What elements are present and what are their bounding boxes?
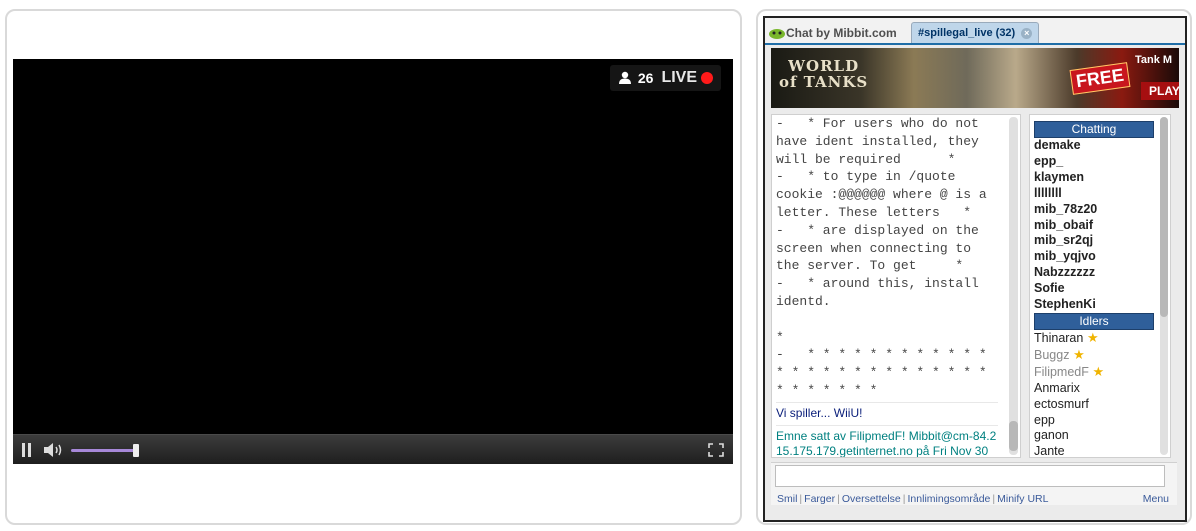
volume-slider[interactable] xyxy=(71,449,135,452)
user-icon xyxy=(618,71,631,84)
star-icon: ★ xyxy=(1069,346,1085,362)
user-list-item[interactable]: epp_ xyxy=(1034,154,1170,170)
ad-banner[interactable]: WORLD of TANKS FREE Tank M PLAY xyxy=(771,48,1179,108)
user-name: ganon xyxy=(1034,428,1069,443)
viewer-count: 26 xyxy=(637,70,654,86)
toolbar-separator: | xyxy=(799,493,803,505)
user-name: Thinaran xyxy=(1034,330,1084,345)
user-list-item[interactable]: Sofie xyxy=(1034,281,1170,297)
ad-free-badge: FREE xyxy=(1069,62,1131,95)
viewer-badge: 26 LIVE xyxy=(609,65,721,91)
mibbit-chat: Chat by Mibbit.com #spillegal_live (32) … xyxy=(763,16,1187,522)
tab-channel[interactable]: #spillegal_live (32) × xyxy=(911,22,1040,43)
user-name: Anmarix xyxy=(1034,380,1080,395)
ad-logo-line2: of TANKS xyxy=(779,73,869,91)
user-name: ectosmurf xyxy=(1034,396,1089,411)
message-list: - * For users who do not have ident inst… xyxy=(776,115,998,457)
tab-channel-label: #spillegal_live (32) xyxy=(918,27,1016,39)
input-area: Smil | Farger | Oversettelse | Innlimingsområd… xyxy=(771,462,1177,505)
user-list-item[interactable]: mib_78z20 xyxy=(1034,202,1170,218)
user-list-item[interactable]: mib_sr2qj xyxy=(1034,233,1170,249)
star-icon: ★ xyxy=(1083,329,1099,345)
toolbar-separator: | xyxy=(902,493,906,505)
user-list: Chatting demake epp_ klaymen llllllll mib_78… xyxy=(1029,114,1171,458)
toolbar-link[interactable]: Minify URL xyxy=(997,493,1048,505)
fullscreen-icon[interactable] xyxy=(708,443,724,457)
user-list-item[interactable]: Buggz ★ xyxy=(1034,347,1170,364)
chat-input[interactable] xyxy=(775,465,1165,487)
user-name: Jante xyxy=(1034,444,1065,458)
chat-toolbar: Smil | Farger | Oversettelse | Innlimingsområd… xyxy=(777,493,1048,505)
tab-home[interactable]: Chat by Mibbit.com xyxy=(768,23,897,43)
ad-play-button[interactable]: PLAY xyxy=(1141,82,1179,100)
user-list-item[interactable]: llllllll xyxy=(1034,186,1170,202)
user-list-item[interactable]: FilipmedF ★ xyxy=(1034,364,1170,381)
user-list-item[interactable]: Anmarix xyxy=(1034,381,1170,397)
video-player[interactable]: 26 LIVE xyxy=(13,59,733,464)
tab-divider xyxy=(765,43,1185,45)
chatting-header: Chatting xyxy=(1034,121,1154,138)
user-list-scrollbar[interactable] xyxy=(1160,117,1168,455)
idlers-header: Idlers xyxy=(1034,312,1154,330)
tab-home-label: Chat by Mibbit.com xyxy=(786,26,897,40)
user-list-item[interactable]: demake xyxy=(1034,138,1170,154)
motd-message: - * For users who do not have ident inst… xyxy=(776,116,987,398)
user-list-item[interactable]: ectosmurf xyxy=(1034,397,1170,413)
volume-icon[interactable] xyxy=(43,443,65,457)
message-pane[interactable]: - * For users who do not have ident inst… xyxy=(771,114,1021,458)
user-list-item[interactable]: mib_yqjvo xyxy=(1034,249,1170,265)
chat-tabs: Chat by Mibbit.com #spillegal_live (32) … xyxy=(765,18,1185,45)
menu-link[interactable]: Menu xyxy=(1143,493,1169,505)
user-list-item[interactable]: ganon xyxy=(1034,428,1170,444)
user-name: epp xyxy=(1034,412,1055,427)
user-list-item[interactable]: Thinaran ★ xyxy=(1034,330,1170,347)
star-icon: ★ xyxy=(1088,363,1105,379)
toolbar-link[interactable]: Oversettelse xyxy=(842,493,901,505)
user-name: Buggz xyxy=(1034,347,1070,362)
toolbar-separator: | xyxy=(992,493,996,505)
user-list-item[interactable]: epp xyxy=(1034,413,1170,429)
player-controls xyxy=(13,434,733,464)
toolbar-separator: | xyxy=(837,493,840,505)
topic-message: Vi spiller... WiiU! xyxy=(776,401,998,421)
live-dot-icon xyxy=(701,72,713,84)
user-list-item[interactable]: klaymen xyxy=(1034,170,1170,186)
ad-title: Tank M xyxy=(1135,54,1173,66)
user-list-scrollbar-thumb[interactable] xyxy=(1160,117,1168,317)
user-name: FilipmedF xyxy=(1034,364,1089,379)
user-list-item[interactable]: StephenKi xyxy=(1034,297,1170,313)
message-scrollbar-thumb[interactable] xyxy=(1009,421,1018,451)
toolbar-link[interactable]: Innlimingsområde xyxy=(908,493,991,505)
ad-logo: WORLD of TANKS xyxy=(779,58,868,90)
user-list-item[interactable]: Jante xyxy=(1034,444,1170,458)
message-scrollbar[interactable] xyxy=(1009,117,1018,455)
close-icon[interactable]: × xyxy=(1021,27,1033,39)
pause-icon[interactable] xyxy=(21,443,33,457)
toolbar-link[interactable]: Farger xyxy=(804,493,835,505)
toolbar-link[interactable]: Smil xyxy=(777,493,797,505)
ad-logo-line1: WORLD xyxy=(788,57,860,75)
live-label: LIVE xyxy=(661,69,697,86)
mibbit-logo-icon xyxy=(769,29,785,39)
user-list-item[interactable]: mib_obaif xyxy=(1034,218,1170,234)
volume-slider-handle[interactable] xyxy=(133,444,139,457)
topic-set-message: Emne satt av FilipmedF! Mibbit@cm-84.215… xyxy=(776,424,998,457)
user-list-item[interactable]: Nabzzzzzz xyxy=(1034,265,1170,281)
